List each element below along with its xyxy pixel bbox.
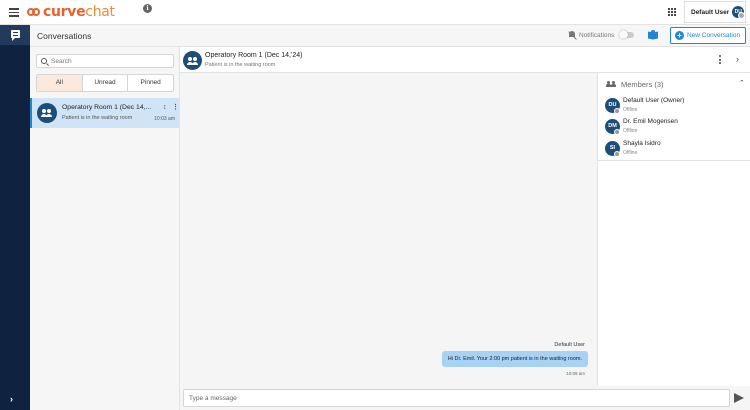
chat-icon: [11, 30, 20, 41]
member-name: Dr. Emil Mogensen: [623, 118, 678, 125]
status-icon: [614, 129, 620, 135]
bell-off-icon: [568, 31, 577, 40]
new-conversation-label: New Conversation: [687, 32, 741, 39]
search-input[interactable]: [51, 56, 169, 67]
people-icon: [606, 81, 616, 87]
expand-rail-icon[interactable]: ›: [10, 394, 13, 404]
chevron-up-icon[interactable]: ⌃: [739, 79, 745, 87]
member-status: Offline: [623, 128, 638, 134]
tab-pinned[interactable]: Pinned: [128, 75, 173, 91]
group-icon: [37, 103, 57, 123]
notifications-toggle[interactable]: [619, 30, 634, 39]
members-title: Members (3): [621, 80, 664, 89]
status-icon: [614, 151, 620, 157]
top-bar: curvechat i Default User DU: [0, 0, 750, 25]
conversations-panel: All Unread Pinned Operatory Room 1 (Dec …: [30, 47, 180, 410]
message-input[interactable]: [183, 389, 730, 407]
message-composer: [180, 386, 750, 410]
user-avatar: DU: [732, 6, 746, 19]
group-icon: [183, 51, 202, 70]
more-vert-icon[interactable]: [719, 55, 721, 65]
chat-subtitle: Patient is in the waiting room: [205, 62, 276, 68]
page-title: Conversations: [37, 31, 92, 41]
sub-header: Conversations Notifications + New Conver…: [30, 25, 750, 47]
more-vert-icon[interactable]: ⋮: [172, 103, 179, 111]
member-item[interactable]: SI Shayla Isidro Offline: [605, 139, 745, 159]
conversation-title: Operatory Room 1 (Dec 14,...: [62, 104, 152, 111]
chevron-right-icon[interactable]: ›: [736, 54, 739, 64]
conversation-item[interactable]: Operatory Room 1 (Dec 14,... Patient is …: [30, 98, 179, 128]
user-name: Default User: [691, 8, 730, 16]
plus-icon: +: [675, 31, 684, 40]
user-menu-button[interactable]: Default User DU: [684, 1, 746, 23]
logo-text-curve: curve: [43, 4, 86, 20]
member-name: Shayla Isidro: [623, 140, 661, 147]
chat-title: Operatory Room 1 (Dec 14,'24): [205, 52, 303, 59]
conversation-time: 10:03 am: [154, 116, 175, 122]
message-time: 10:09 am: [566, 371, 585, 376]
conversation-subtitle: Patient is in the waiting room: [62, 115, 133, 121]
filter-tabs: All Unread Pinned: [36, 74, 174, 92]
member-status: Offline: [623, 150, 638, 156]
notifications-label: Notifications: [579, 32, 615, 39]
members-panel: Members (3) ⌃ DU Default User (Owner) Of…: [597, 73, 750, 386]
left-rail: ›: [0, 25, 30, 410]
message-sender: Default User: [554, 342, 585, 348]
divider: [598, 160, 750, 161]
member-name: Default User (Owner): [623, 97, 685, 104]
menu-icon[interactable]: [9, 8, 19, 17]
rail-item-conversations[interactable]: [0, 25, 30, 45]
search-box[interactable]: [36, 54, 174, 68]
chat-header: Operatory Room 1 (Dec 14,'24) Patient is…: [180, 47, 750, 73]
member-item[interactable]: DM Dr. Emil Mogensen Offline: [605, 117, 745, 137]
apps-grid-icon[interactable]: [668, 8, 676, 16]
member-status: Offline: [623, 107, 638, 113]
search-icon: [41, 58, 47, 64]
member-item[interactable]: DU Default User (Owner) Offline: [605, 96, 745, 116]
members-header[interactable]: Members (3) ⌃: [598, 73, 750, 95]
message-bubble: Hi Dr. Emil. Your 2:00 pm patient is in …: [441, 351, 588, 367]
tab-all[interactable]: All: [37, 75, 83, 91]
pin-icon[interactable]: ↕: [163, 104, 167, 111]
tab-unread[interactable]: Unread: [83, 75, 129, 91]
logo-mark-icon: [27, 6, 41, 18]
logo: curvechat: [27, 4, 115, 20]
book-icon[interactable]: [648, 30, 658, 40]
info-icon[interactable]: i: [143, 4, 152, 13]
logo-text-chat: chat: [85, 4, 115, 20]
message-list: Default User Hi Dr. Emil. Your 2:00 pm p…: [180, 73, 597, 386]
new-conversation-button[interactable]: + New Conversation: [670, 27, 746, 44]
status-icon: [614, 108, 620, 114]
send-icon[interactable]: [734, 393, 744, 403]
